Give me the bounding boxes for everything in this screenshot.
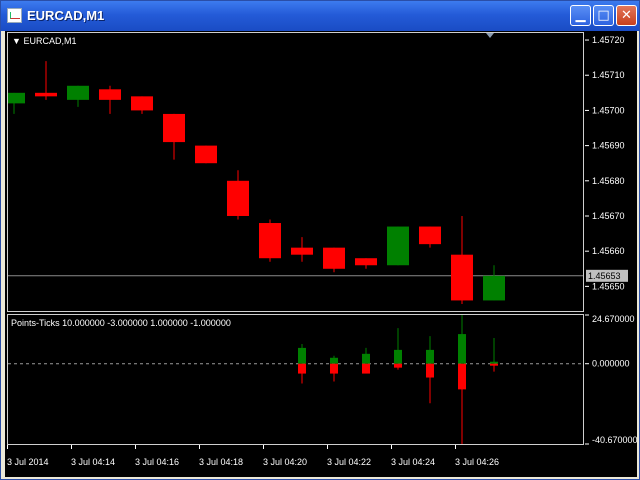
indicator-down-bar (426, 363, 434, 378)
bear-candle (195, 145, 217, 164)
indicator-up-bar (426, 349, 434, 364)
time-tick-mark (327, 445, 328, 449)
indicator-down-bar (330, 363, 338, 374)
indicator-up-bar (490, 361, 498, 364)
time-tick-label: 3 Jul 04:18 (199, 457, 244, 467)
time-tick-label: 3 Jul 04:22 (327, 457, 372, 467)
window-title: EURCAD,M1 (27, 8, 105, 23)
price-tick-label: 1.45680 (592, 176, 625, 186)
indicator-up-bar (362, 353, 370, 364)
current-price-label: 1.45653 (588, 271, 621, 281)
bull-candle (483, 275, 505, 301)
time-tick-label: 3 Jul 04:20 (263, 457, 308, 467)
indicator-panel[interactable]: Points-Ticks 10.000000 -3.000000 1.00000… (7, 314, 584, 445)
time-tick-label: 3 Jul 04:16 (135, 457, 180, 467)
price-tick-label: 1.45660 (592, 246, 625, 256)
bear-candle (419, 226, 441, 245)
maximize-icon: □ (597, 8, 610, 23)
indicator-down-bar (362, 363, 370, 374)
bear-candle (291, 247, 313, 255)
bear-candle (99, 89, 121, 100)
price-tick-label: 1.45720 (592, 35, 625, 45)
bear-candle (451, 254, 473, 301)
bear-candle (35, 92, 57, 97)
indicator-chart[interactable] (8, 315, 583, 444)
time-tick-label: 3 Jul 04:24 (391, 457, 436, 467)
time-tick-label: 3 Jul 04:14 (71, 457, 116, 467)
bear-candle (323, 247, 345, 269)
minimize-icon: ▁ (575, 8, 586, 23)
symbol-label[interactable]: ▼ EURCAD,M1 (12, 36, 76, 46)
indicator-up-bar (330, 357, 338, 364)
chart-window-icon[interactable] (7, 8, 22, 23)
time-tick-mark (455, 445, 456, 449)
bull-candle (387, 226, 409, 266)
bear-candle (163, 113, 185, 143)
indicator-tick-label: 0.000000 (592, 359, 630, 369)
time-tick-label: 3 Jul 04:26 (455, 457, 500, 467)
indicator-up-bar (298, 347, 306, 364)
time-tick-mark (391, 445, 392, 449)
time-tick-mark (263, 445, 264, 449)
bear-candle (131, 96, 153, 111)
bear-candle (259, 223, 281, 259)
price-axis[interactable]: 1.45720 1.45710 1.45700 1.45690 1.45680 1.456… (585, 31, 637, 313)
indicator-up-bar (394, 349, 402, 364)
bear-candle (355, 258, 377, 266)
indicator-down-bar (458, 363, 466, 390)
indicator-down-bar (394, 363, 402, 368)
bull-candle (8, 92, 25, 104)
price-tick-label: 1.45710 (592, 70, 625, 80)
time-tick-mark (7, 445, 8, 449)
scroll-marker-icon (486, 33, 494, 38)
time-tick-mark (135, 445, 136, 449)
chart-window: EURCAD,M1 ▁ □ ✕ ▼ EURCAD,M1 1.45720 1.457… (0, 0, 640, 480)
symbol-name: EURCAD,M1 (23, 36, 77, 46)
chart-area[interactable]: ▼ EURCAD,M1 1.45720 1.45710 1.45700 1.45690… (5, 31, 637, 477)
price-tick-label: 1.45690 (592, 141, 625, 151)
minimize-button[interactable]: ▁ (570, 5, 591, 26)
indicator-tick-label: -40.670000 (592, 435, 637, 445)
bull-candle (67, 85, 89, 100)
indicator-up-bar (458, 334, 466, 364)
title-bar[interactable]: EURCAD,M1 ▁ □ ✕ (1, 1, 639, 31)
time-axis[interactable]: 3 Jul 2014 3 Jul 04:14 3 Jul 04:16 3 Jul 04… (5, 445, 637, 477)
indicator-axis[interactable]: 24.670000 0.000000 -40.670000 (585, 313, 637, 447)
time-tick-label: 3 Jul 2014 (7, 457, 49, 467)
indicator-down-bar (298, 363, 306, 374)
time-tick-mark (71, 445, 72, 449)
close-icon: ✕ (621, 8, 632, 23)
price-chart[interactable] (8, 33, 583, 311)
indicator-down-bar (490, 363, 498, 366)
price-tick-label: 1.45650 (592, 281, 625, 291)
indicator-tick-label: 24.670000 (592, 314, 635, 324)
time-tick-mark (199, 445, 200, 449)
dropdown-triangle-icon[interactable]: ▼ (12, 36, 21, 46)
indicator-label: Points-Ticks 10.000000 -3.000000 1.00000… (11, 318, 231, 328)
price-panel[interactable]: ▼ EURCAD,M1 (7, 32, 584, 312)
price-tick-label: 1.45700 (592, 105, 625, 115)
price-tick-label: 1.45670 (592, 211, 625, 221)
close-button[interactable]: ✕ (616, 5, 637, 26)
maximize-button[interactable]: □ (593, 5, 614, 26)
bear-candle (227, 180, 249, 216)
